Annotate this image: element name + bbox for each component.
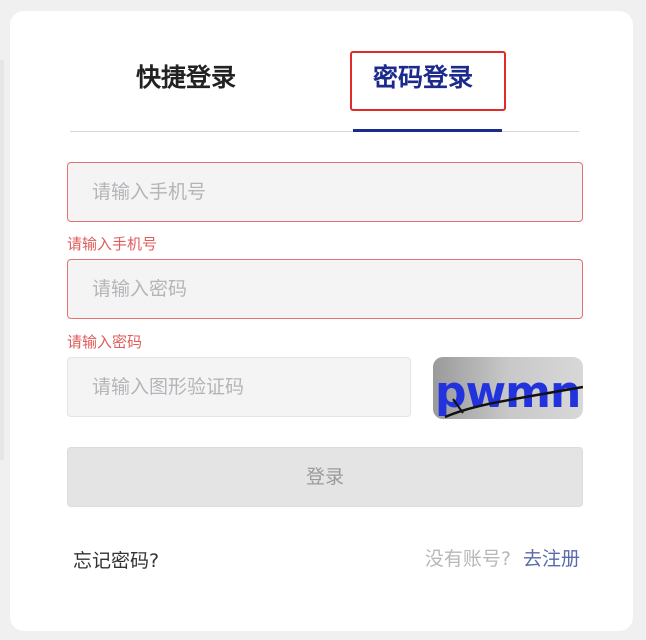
tab-password-login[interactable]: 密码登录 xyxy=(373,63,473,93)
phone-field xyxy=(67,162,583,222)
active-tab-underline xyxy=(353,129,502,132)
login-button[interactable]: 登录 xyxy=(67,447,583,507)
background-panel-edge xyxy=(0,60,4,460)
register-row: 没有账号? 去注册 xyxy=(425,544,580,571)
tab-quick-login[interactable]: 快捷登录 xyxy=(136,63,236,93)
password-input[interactable] xyxy=(68,260,582,318)
tabs-divider xyxy=(70,131,579,132)
no-account-text: 没有账号? xyxy=(424,548,511,570)
register-link[interactable]: 去注册 xyxy=(523,548,580,570)
captcha-input[interactable] xyxy=(68,358,410,416)
password-field xyxy=(67,259,583,319)
captcha-image[interactable]: pwmn xyxy=(433,357,583,419)
forgot-password-link[interactable]: 忘记密码? xyxy=(73,546,159,573)
captcha-field xyxy=(67,357,411,417)
phone-input[interactable] xyxy=(68,163,582,221)
password-error-message: 请输入密码 xyxy=(67,333,143,351)
phone-error-message: 请输入手机号 xyxy=(67,235,158,253)
login-card: 快捷登录 密码登录 请输入手机号 请输入密码 pwmn xyxy=(10,11,633,631)
login-tabs: 快捷登录 密码登录 xyxy=(70,41,579,133)
